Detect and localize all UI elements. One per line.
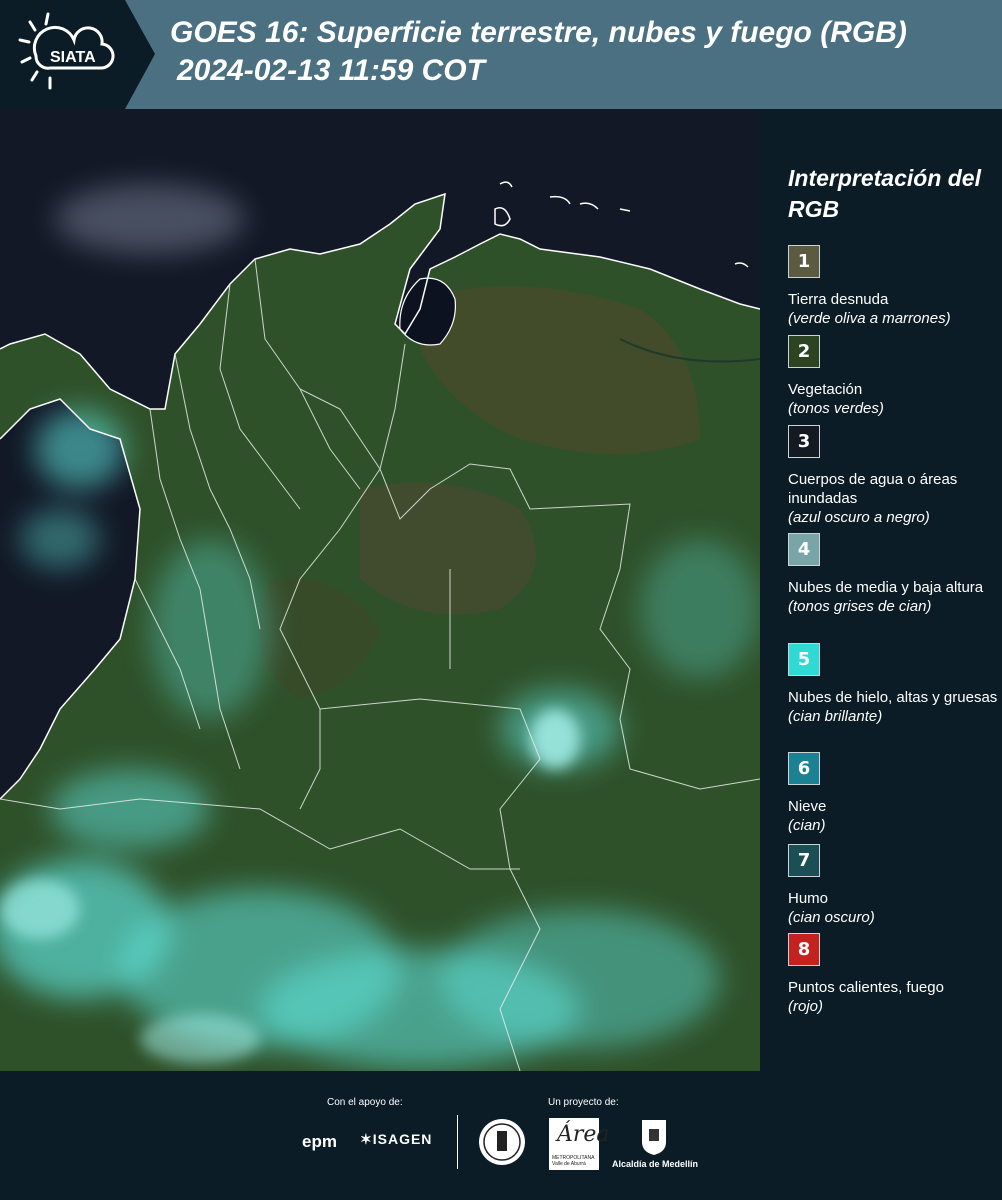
footer-bar: Con el apoyo de: Un proyecto de: epm ✶IS… [0, 1071, 1002, 1200]
map-timestamp: 2024-02-13 11:59 COT [177, 54, 485, 87]
satellite-map [0, 109, 760, 1071]
area-metropolitana-logo: Área METROPOLITANA Valle de Aburrá [549, 1118, 610, 1170]
map-title: GOES 16: Superficie terrestre, nubes y f… [170, 16, 907, 49]
legend-item-label: Humo [788, 890, 829, 907]
legend-swatch: 3 [788, 425, 820, 458]
isagen-logo-text: ISAGEN [372, 1131, 433, 1147]
isagen-symbol-icon: ✶ [360, 1131, 373, 1147]
legend-item-label: Vegetación [788, 381, 863, 398]
area-logo-text: Área [557, 1122, 610, 1147]
area-logo-subtext: METROPOLITANA Valle de Aburrá [552, 1155, 595, 1167]
legend-item-smoke: 7 Humo (cian oscuro) [788, 844, 998, 927]
legend-item-vegetation: 2 Vegetación (tonos verdes) [788, 335, 998, 418]
legend-swatch: 2 [788, 335, 820, 368]
isagen-logo: ✶ISAGEN [360, 1131, 432, 1148]
legend-panel: Interpretación del RGB 1 Tierra desnuda … [760, 109, 1002, 1071]
legend-item-description: (cian) [788, 817, 826, 834]
legend-item-fire: 8 Puntos calientes, fuego (rojo) [788, 933, 998, 1016]
alcaldia-medellin-label: Alcaldía de Medellín [612, 1159, 699, 1169]
legend-item-mid-low-clouds: 4 Nubes de media y baja altura (tonos gr… [788, 533, 998, 616]
legend-swatch: 1 [788, 245, 820, 278]
legend-item-description: (tonos grises de cian) [788, 598, 932, 615]
siata-logo-text: SIATA [50, 49, 96, 66]
legend-item-label: Puntos calientes, fuego [788, 979, 944, 996]
legend-item-description: (cian brillante) [788, 708, 883, 725]
legend-item-description: (tonos verdes) [788, 400, 884, 417]
legend-swatch: 8 [788, 933, 820, 966]
satellite-image [0, 109, 760, 1071]
legend-swatch: 4 [788, 533, 820, 566]
legend-item-label: Nubes de hielo, altas y gruesas [788, 689, 998, 706]
footer-divider [457, 1115, 458, 1169]
legend-item-description: (azul oscuro a negro) [788, 509, 930, 526]
siata-logo: SIATA [0, 0, 155, 109]
legend-item-snow: 6 Nieve (cian) [788, 752, 998, 835]
legend-item-label: Nieve [788, 798, 827, 815]
support-label: Con el apoyo de: [327, 1097, 403, 1108]
legend-item-bare-soil: 1 Tierra desnuda (verde oliva a marrones… [788, 245, 998, 328]
header-bar: SIATA GOES 16: Superficie terrestre, nub… [0, 0, 1002, 109]
project-label: Un proyecto de: [548, 1097, 619, 1108]
legend-item-description: (verde oliva a marrones) [788, 310, 951, 327]
legend-item-label: Tierra desnuda [788, 291, 889, 308]
legend-item-label: Nubes de media y baja altura [788, 579, 984, 596]
legend-item-label: Cuerpos de agua o áreas inundadas [788, 471, 958, 507]
government-seal-icon [479, 1119, 525, 1165]
legend-item-water: 3 Cuerpos de agua o áreas inundadas (azu… [788, 425, 998, 527]
legend-title: Interpretación del RGB [788, 165, 981, 222]
legend-item-description: (rojo) [788, 998, 824, 1015]
legend-swatch: 6 [788, 752, 820, 785]
medellin-shield-icon [642, 1120, 666, 1155]
legend-item-ice-clouds: 5 Nubes de hielo, altas y gruesas (cian … [788, 643, 998, 726]
epm-logo: epm [302, 1132, 337, 1151]
legend-swatch: 5 [788, 643, 820, 676]
legend-swatch: 7 [788, 844, 820, 877]
legend-item-description: (cian oscuro) [788, 909, 875, 926]
